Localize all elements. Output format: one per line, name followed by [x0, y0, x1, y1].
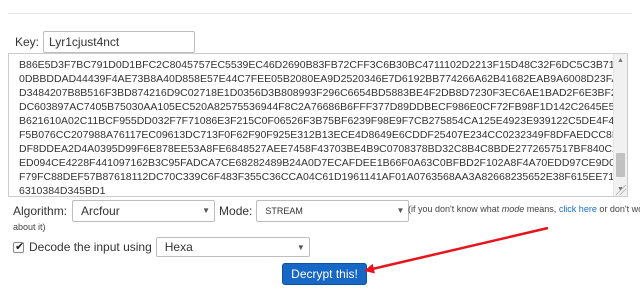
- ciphertext-line: F5B076CC207988A76117EC09613DC713F0F62F90…: [19, 129, 628, 141]
- options-row: Algorithm: Arcfour ▼ Mode: STREAM ▼: [13, 200, 410, 222]
- key-label: Key:: [15, 35, 40, 49]
- ciphertext-line: D3484207B8B516F3BD874216D9C02718E1D0356D…: [19, 87, 628, 99]
- scroll-up-icon[interactable]: ▲: [614, 54, 627, 67]
- hint-suffix: or don't worry: [599, 204, 640, 214]
- decrypt-button[interactable]: Decrypt this!: [282, 263, 367, 285]
- annotation-arrow-line: [364, 226, 549, 274]
- ciphertext-content: B86E5D3F7BC791D0D1BFC2C8045757EC5539EC46…: [19, 58, 628, 197]
- ciphertext-scrollbar[interactable]: ▲ ▼: [613, 54, 627, 196]
- mode-hint: (if you don't know what mode means, clic…: [408, 204, 640, 214]
- mode-selected-value: STREAM: [265, 206, 303, 216]
- ciphertext-line: B86E5D3F7BC791D0D1BFC2C8045757EC5539EC46…: [19, 59, 628, 71]
- ciphertext-line: DC603897AC7405B75030AA105EC520A825755369…: [19, 101, 628, 113]
- ciphertext-line: 0DBBDDAD44439F4AE73B8A40D858E57E44C7FEE0…: [19, 73, 628, 85]
- decode-label: Decode the input using: [29, 240, 152, 254]
- hint-prefix: (if you don't know what: [408, 204, 502, 214]
- mode-hint-line2: about it): [13, 222, 46, 232]
- hint-italic: mode: [501, 204, 525, 214]
- mode-label: Mode:: [219, 204, 253, 218]
- ciphertext-line: 6310384D345BD1: [19, 185, 106, 197]
- algorithm-select[interactable]: Arcfour ▼: [72, 200, 216, 222]
- hint-middle: means,: [524, 204, 559, 214]
- chevron-down-icon: ▼: [202, 206, 211, 215]
- ciphertext-line: DF8DDEA2D4A0395D99F6E878EE53A8FE6848527A…: [19, 143, 628, 155]
- decode-format-selected-value: Hexa: [164, 240, 193, 254]
- scroll-thumb[interactable]: [616, 153, 625, 177]
- ciphertext-line: B621610A02C11BCF955DD032F7F71086E3F215C0…: [19, 115, 628, 127]
- key-input[interactable]: [43, 31, 196, 53]
- chevron-down-icon: ▼: [296, 243, 305, 252]
- mode-select[interactable]: STREAM ▼: [256, 200, 410, 222]
- algorithm-label: Algorithm:: [13, 204, 68, 218]
- checkmark-icon: ✔: [15, 240, 25, 253]
- ciphertext-line: F79FC88DEF57B87618112DC70C339C6F483F355C…: [19, 171, 628, 183]
- ciphertext-line: ED094CE4228F441097162B3C95FADCA7CE682824…: [19, 157, 628, 169]
- ciphertext-textarea[interactable]: B86E5D3F7BC791D0D1BFC2C8045757EC5539EC46…: [8, 53, 628, 197]
- resize-grip-icon[interactable]: [616, 185, 626, 195]
- top-divider: [8, 13, 632, 14]
- decrypt-page: Key: B86E5D3F7BC791D0D1BFC2C8045757EC553…: [0, 0, 640, 295]
- algorithm-selected-value: Arcfour: [81, 204, 120, 218]
- key-row: Key:: [15, 31, 196, 53]
- click-here-link[interactable]: click here: [559, 204, 597, 214]
- decode-row: ✔ Decode the input using Hexa ▼: [13, 236, 310, 258]
- chevron-down-icon: ▼: [396, 206, 405, 215]
- decode-checkbox[interactable]: ✔: [13, 240, 25, 253]
- decode-format-select[interactable]: Hexa ▼: [155, 237, 310, 257]
